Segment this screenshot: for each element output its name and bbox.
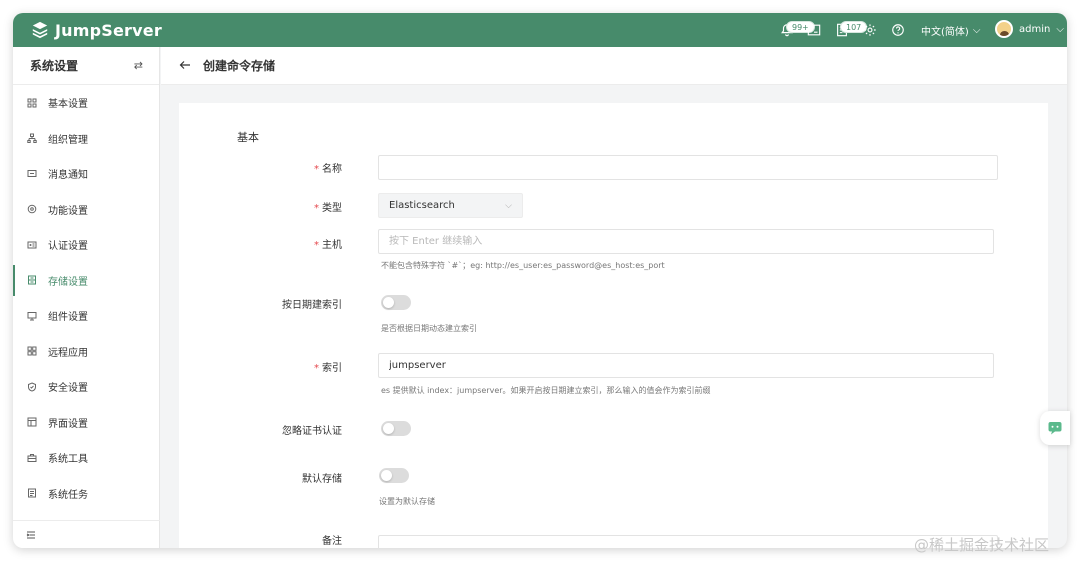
sidebar-item-storage[interactable]: 存储设置 — [13, 263, 159, 299]
interface-icon — [26, 416, 38, 428]
sidebar-item-security[interactable]: 安全设置 — [13, 369, 159, 405]
sidebar-item-component[interactable]: 组件设置 — [13, 298, 159, 334]
message-icon — [26, 168, 38, 180]
storage-icon — [26, 274, 38, 286]
logo-text: JumpServer — [55, 20, 162, 40]
grid-icon — [26, 97, 38, 109]
language-selector[interactable]: 中文(简体) ⌵ — [921, 23, 980, 38]
component-icon — [26, 310, 38, 322]
date-index-hint: 是否根据日期动态建立索引 — [381, 324, 477, 333]
required-marker: * — [314, 363, 319, 374]
page-header: 创建命令存储 — [161, 47, 1067, 85]
comment-label: 备注 — [322, 536, 342, 547]
sidebar-item-tools[interactable]: 系统工具 — [13, 440, 159, 476]
host-label: * 主机 — [314, 240, 342, 251]
required-marker: * — [314, 240, 319, 251]
toolbox-icon — [26, 452, 38, 464]
sidebar-item-label: 组织管理 — [48, 134, 88, 146]
settings-icon[interactable] — [862, 22, 878, 38]
sidebar-item-label: 认证设置 — [48, 241, 88, 253]
task-icon — [26, 487, 38, 499]
watermark: @稀土掘金技术社区 — [914, 536, 1050, 554]
sidebar-header: 系统设置 ⇄ — [13, 47, 159, 85]
form-card: 基本 *名称 *类型 Elasticsearch ⌵ *主机 不能包含特殊字符 … — [179, 103, 1048, 548]
sidebar-item-feature[interactable]: 功能设置 — [13, 192, 159, 228]
sidebar-item-label: 界面设置 — [48, 418, 88, 430]
default-storage-toggle[interactable] — [379, 468, 409, 483]
help-icon[interactable] — [890, 22, 906, 38]
sidebar-item-label: 功能设置 — [48, 205, 88, 217]
chevron-down-icon: ⌵ — [1056, 23, 1064, 35]
type-select-value: Elasticsearch — [389, 200, 455, 211]
section-title: 基本 — [237, 131, 259, 144]
required-marker: * — [314, 203, 319, 214]
sidebar-item-tasks[interactable]: 系统任务 — [13, 476, 159, 512]
date-index-label: 按日期建索引 — [282, 300, 342, 311]
host-input[interactable] — [378, 229, 994, 254]
sidebar-item-label: 系统任务 — [48, 489, 88, 501]
back-arrow-icon[interactable] — [179, 56, 191, 75]
sidebar-item-auth[interactable]: 认证设置 — [13, 227, 159, 263]
chevron-down-icon: ⌵ — [505, 200, 512, 211]
shield-icon — [26, 381, 38, 393]
avatar — [995, 20, 1013, 38]
menu-fold-icon — [26, 531, 35, 538]
chat-icon — [1048, 422, 1062, 435]
user-menu[interactable]: admin ⌵ — [995, 20, 1064, 38]
sidebar: 系统设置 ⇄ 基本设置 组织管理 消息通知 功能设置 认证设置 存储设置 组件设… — [13, 47, 160, 548]
page-title: 创建命令存储 — [203, 59, 276, 73]
feature-icon — [26, 203, 38, 215]
ignore-cert-label: 忽略证书认证 — [282, 426, 342, 437]
remote-app-icon — [26, 345, 38, 357]
sidebar-item-label: 组件设置 — [48, 312, 88, 324]
sidebar-item-basic[interactable]: 基本设置 — [13, 85, 159, 121]
chevron-down-icon: ⌵ — [972, 25, 981, 36]
ignore-cert-toggle[interactable] — [381, 421, 411, 436]
default-storage-hint: 设置为默认存储 — [379, 497, 435, 506]
collapse-toggle-icon[interactable]: ⇄ — [134, 59, 143, 72]
jumpserver-logo-icon — [32, 21, 48, 39]
required-marker: * — [314, 164, 319, 175]
sidebar-item-label: 远程应用 — [48, 347, 88, 359]
sidebar-item-org[interactable]: 组织管理 — [13, 121, 159, 157]
sidebar-item-label: 存储设置 — [48, 276, 88, 288]
date-index-toggle[interactable] — [381, 295, 411, 310]
type-select[interactable]: Elasticsearch ⌵ — [378, 193, 523, 218]
language-label: 中文(简体) — [921, 27, 969, 38]
sidebar-item-label: 安全设置 — [48, 383, 88, 395]
logo[interactable]: JumpServer — [31, 19, 162, 41]
top-bar: JumpServer 99+ 107 中文(简体) ⌵ admin ⌵ — [13, 13, 1067, 47]
name-label: * 名称 — [314, 164, 342, 175]
host-hint: 不能包含特殊字符 `#`；eg: http://es_user:es_passw… — [381, 261, 665, 270]
index-hint: es 提供默认 index：jumpserver。如果开启按日期建立索引，那么输… — [381, 386, 711, 395]
sidebar-item-remote-app[interactable]: 远程应用 — [13, 334, 159, 370]
index-label: * 索引 — [314, 363, 342, 374]
sidebar-item-label: 基本设置 — [48, 99, 88, 111]
auth-icon — [26, 239, 38, 251]
default-storage-label: 默认存储 — [302, 474, 342, 485]
chat-float-button[interactable] — [1040, 411, 1070, 445]
ticket-icon[interactable]: 107 — [834, 21, 868, 38]
sidebar-menu: 基本设置 组织管理 消息通知 功能设置 认证设置 存储设置 组件设置 远程应用 … — [13, 85, 159, 511]
terminal-icon[interactable] — [806, 22, 822, 38]
sidebar-item-interface[interactable]: 界面设置 — [13, 405, 159, 441]
username: admin — [1019, 23, 1051, 35]
sidebar-item-label: 消息通知 — [48, 170, 88, 182]
name-input[interactable] — [378, 155, 998, 180]
bell-icon[interactable]: 99+ — [779, 21, 815, 38]
comment-textarea[interactable] — [378, 535, 998, 548]
sidebar-collapse-button[interactable] — [13, 520, 160, 548]
sidebar-item-label: 系统工具 — [48, 454, 88, 466]
app-window: JumpServer 99+ 107 中文(简体) ⌵ admin ⌵ 系统设置… — [13, 13, 1067, 548]
index-input[interactable] — [378, 353, 994, 378]
type-label: * 类型 — [314, 203, 342, 214]
org-icon — [26, 132, 38, 144]
sidebar-item-message[interactable]: 消息通知 — [13, 156, 159, 192]
sidebar-title: 系统设置 — [30, 59, 79, 73]
